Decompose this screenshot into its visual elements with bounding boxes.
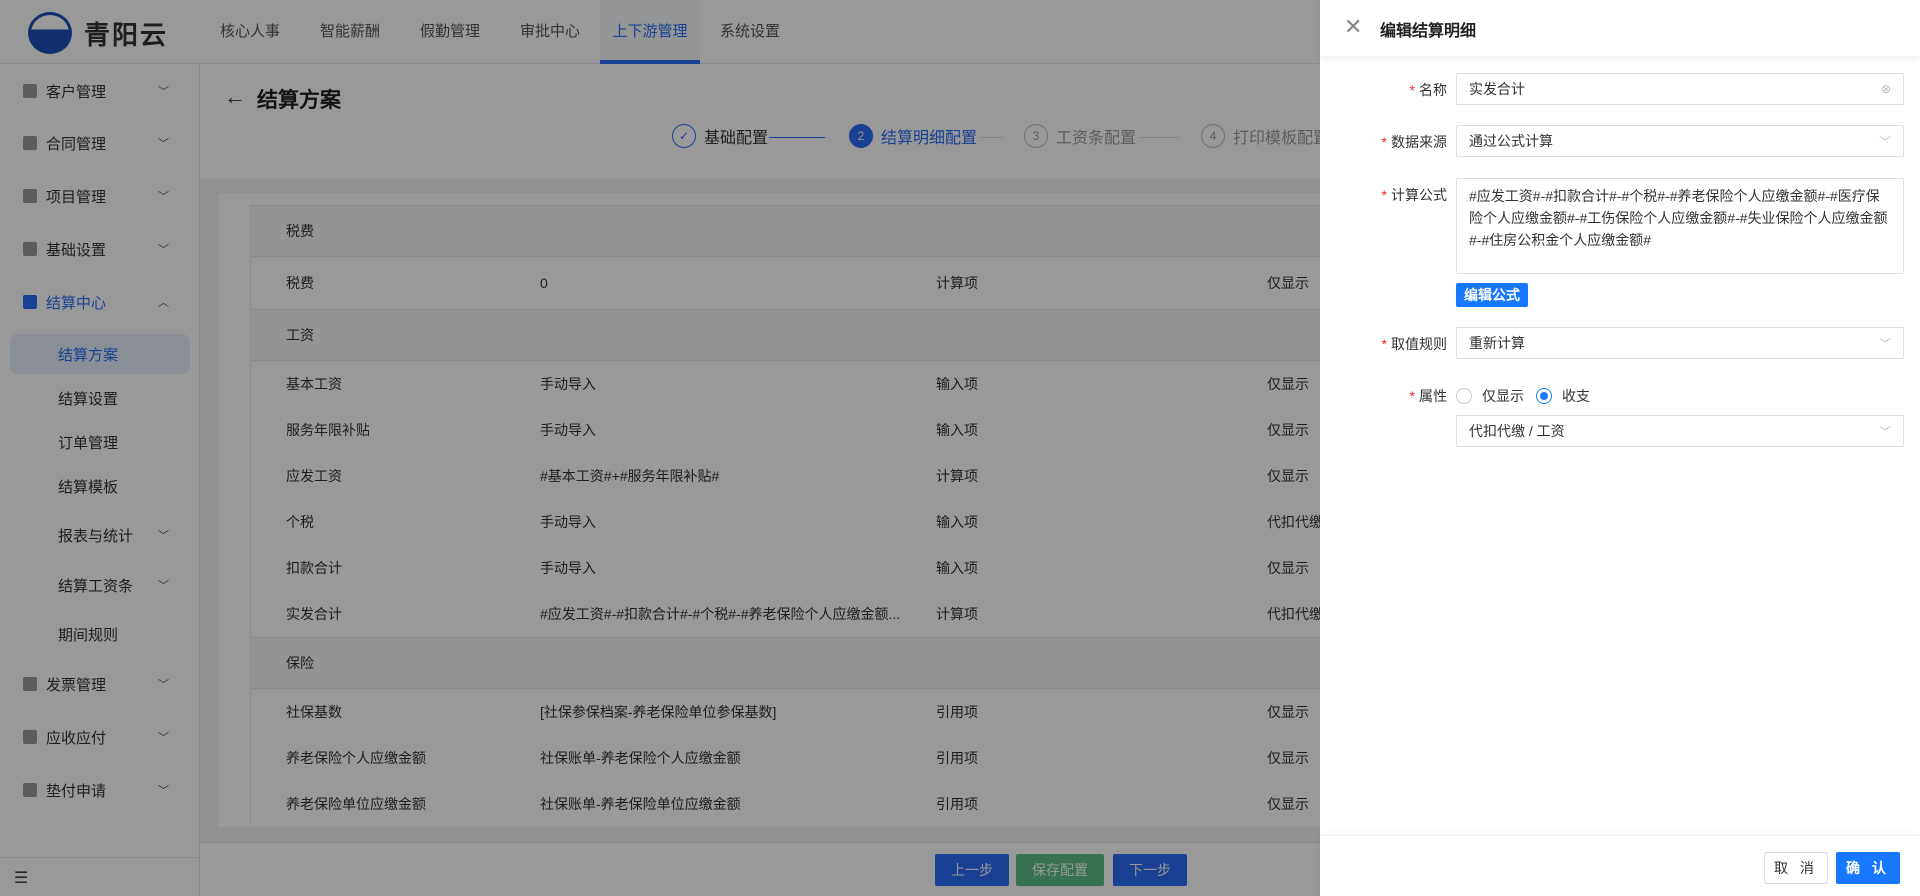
drawer-title: 编辑结算明细 xyxy=(1380,23,1477,40)
chevron-down-icon: ﹀ xyxy=(1878,134,1891,149)
radio-income-expense[interactable]: 收支 xyxy=(1536,386,1590,406)
radio-display-only[interactable]: 仅显示 xyxy=(1456,386,1524,406)
formula-textarea[interactable]: #应发工资#-#扣款合计#-#个税#-#养老保险个人应缴金额#-#医疗保险个人应… xyxy=(1456,178,1904,274)
attr-label: * 属性 xyxy=(1409,388,1447,404)
formula-label: * 计算公式 xyxy=(1381,187,1447,203)
rule-select[interactable]: 重新计算 ﹀ xyxy=(1456,327,1904,359)
name-input[interactable]: 实发合计 ⊗ xyxy=(1456,73,1904,105)
clear-icon[interactable]: ⊗ xyxy=(1881,82,1891,96)
category-select[interactable]: 代扣代缴 / 工资 ﹀ xyxy=(1456,415,1904,447)
rule-label: * 取值规则 xyxy=(1381,336,1447,352)
source-label: * 数据来源 xyxy=(1381,134,1447,150)
chevron-down-icon: ﹀ xyxy=(1878,336,1891,351)
close-icon[interactable]: ✕ xyxy=(1344,14,1362,40)
name-label: * 名称 xyxy=(1409,82,1447,98)
chevron-down-icon: ﹀ xyxy=(1878,424,1891,439)
edit-detail-drawer: ✕ 编辑结算明细 * 名称 实发合计 ⊗ * 数据来源 通过公式计算 ﹀ * 计算公式 #… xyxy=(1320,0,1920,896)
source-select[interactable]: 通过公式计算 ﹀ xyxy=(1456,125,1904,157)
confirm-button[interactable]: 确 认 xyxy=(1836,852,1900,884)
edit-formula-button[interactable]: 编辑公式 xyxy=(1456,283,1528,307)
cancel-button[interactable]: 取 消 xyxy=(1764,852,1828,884)
